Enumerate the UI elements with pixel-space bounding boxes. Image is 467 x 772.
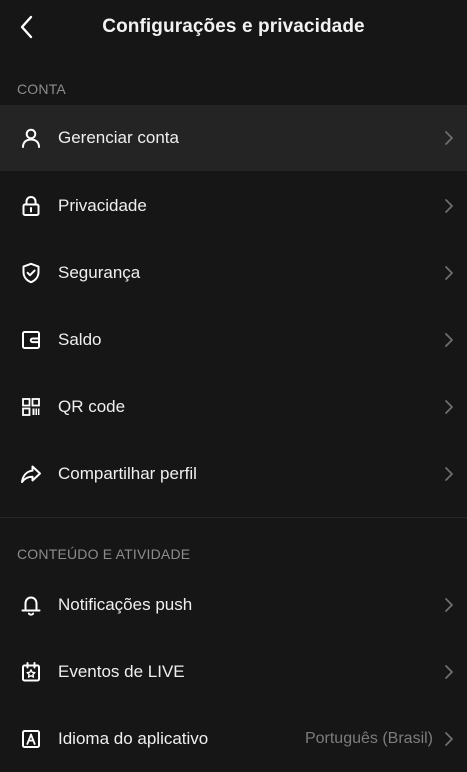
menu-item-label: Gerenciar conta: [58, 128, 179, 147]
menu-item-label: QR code: [58, 397, 126, 416]
chevron-right-icon: [441, 330, 457, 350]
lock-icon: [18, 193, 44, 219]
menu-item-label: Notificações push: [58, 595, 193, 614]
menu-item-seguranca[interactable]: Segurança: [0, 240, 467, 306]
qr-code-icon: [18, 394, 44, 420]
chevron-right-icon: [441, 662, 457, 682]
chevron-right-icon: [441, 595, 457, 615]
page-title: Configurações e privacidade: [102, 16, 365, 37]
menu-item-gerenciar-conta[interactable]: Gerenciar conta: [0, 105, 467, 171]
current-language-value: Português (Brasil): [304, 730, 433, 747]
menu-item-saldo[interactable]: Saldo: [0, 307, 467, 373]
menu-item-privacidade[interactable]: Privacidade: [0, 173, 467, 239]
wallet-icon: [18, 327, 44, 353]
menu-item-idioma-do-aplicativo[interactable]: Idioma do aplicativo Português (Brasil): [0, 706, 467, 772]
section-label-conta: CONTA: [17, 81, 66, 97]
menu-item-eventos-de-live[interactable]: Eventos de LIVE: [0, 639, 467, 705]
menu-item-label: Saldo: [58, 330, 102, 349]
chevron-right-icon: [441, 464, 457, 484]
section-divider: [0, 517, 467, 518]
chevron-right-icon: [441, 397, 457, 417]
menu-item-qr-code[interactable]: QR code: [0, 374, 467, 440]
calendar-star-icon: [18, 659, 44, 685]
menu-item-label: Compartilhar perfil: [58, 464, 197, 483]
chevron-right-icon: [441, 128, 457, 148]
letter-a-icon: [18, 726, 44, 752]
menu-item-label: Idioma do aplicativo: [58, 729, 209, 748]
chevron-right-icon: [441, 263, 457, 283]
section-label-conteudo-e-atividade: CONTEÚDO E ATIVIDADE: [17, 546, 191, 562]
shield-check-icon: [18, 260, 44, 286]
menu-item-label: Eventos de LIVE: [58, 662, 185, 681]
menu-item-label: Privacidade: [58, 196, 147, 215]
chevron-right-icon: [441, 729, 457, 749]
chevron-right-icon: [441, 196, 457, 216]
menu-item-notificacoes-push[interactable]: Notificações push: [0, 572, 467, 638]
bell-icon: [18, 592, 44, 618]
chevron-left-icon: [20, 15, 33, 39]
share-arrow-icon: [18, 461, 44, 487]
back-button[interactable]: [8, 8, 46, 46]
person-icon: [18, 125, 44, 151]
menu-item-compartilhar-perfil[interactable]: Compartilhar perfil: [0, 441, 467, 507]
top-bar: Configurações e privacidade: [0, 0, 467, 54]
menu-item-label: Segurança: [58, 263, 141, 282]
